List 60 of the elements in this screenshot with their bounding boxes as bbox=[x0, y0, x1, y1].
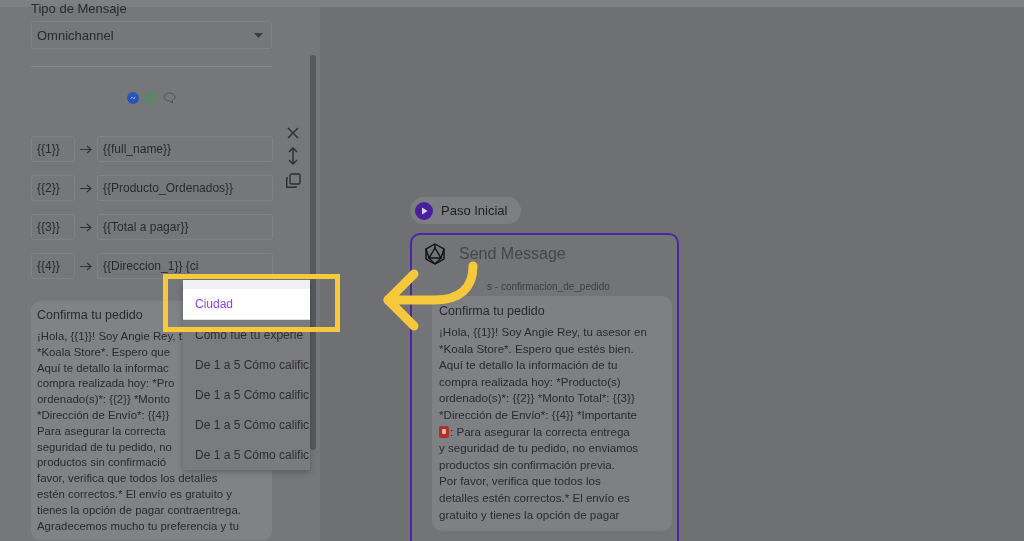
message-node[interactable] bbox=[410, 233, 679, 541]
play-icon bbox=[415, 201, 433, 220]
preview-title: Confirma tu pedido bbox=[439, 304, 545, 318]
field-label: Tipo de Mensaje bbox=[31, 0, 128, 18]
preview-text-line: compra realizada hoy: *Pro bbox=[37, 376, 175, 392]
preview-text-line: : Para asegurar la correcta entrega bbox=[450, 423, 630, 440]
variable-key-field[interactable]: {{2}} bbox=[31, 175, 75, 201]
chat-bubble-icon bbox=[163, 92, 176, 104]
copy-icon[interactable] bbox=[285, 173, 301, 189]
polyhedron-icon bbox=[424, 243, 446, 265]
preview-text-line: *Dirección de Envío*: {{4}} bbox=[37, 408, 170, 423]
variable-value-field[interactable]: {{full_name}} bbox=[97, 136, 273, 162]
dropdown-item[interactable]: De 1 a 5 Cómo calific bbox=[183, 410, 310, 440]
message-type-select[interactable]: Omnichannel bbox=[31, 21, 272, 49]
preview-text-line: *Koala Store*. Espero que estés bien. bbox=[439, 340, 634, 357]
preview-text-line: productos sin confirmació bbox=[37, 455, 167, 471]
variable-value-field[interactable]: {{Producto_Ordenados}} bbox=[97, 175, 273, 201]
preview-text-line: detalles estén correctos.* El envío es bbox=[439, 489, 630, 506]
dropdown-item[interactable]: De 1 a 5 Cómo calific bbox=[183, 440, 310, 470]
close-icon[interactable] bbox=[287, 127, 299, 139]
variable-value-field[interactable]: {{Total a pagar}} bbox=[97, 214, 273, 240]
siren-icon bbox=[439, 425, 449, 438]
preview-text-line: favor, verifica que todos los detalles bbox=[37, 471, 218, 487]
preview-text-line: productos sin confirmación previa. bbox=[439, 456, 615, 473]
preview-text-line: estén correctos.* El envío es gratuito y bbox=[37, 486, 232, 502]
preview-text-line: *Dirección de Envío*: {{4}} *Importante bbox=[439, 406, 637, 423]
variable-key-field[interactable]: {{3}} bbox=[31, 214, 75, 240]
variable-key-field[interactable]: {{1}} bbox=[31, 136, 75, 162]
preview-text-line: ¡Hola, {{1}}! Soy Angie Rey, tu asesor en bbox=[439, 324, 647, 340]
variable-value-field[interactable]: {{Direccion_1}} {ci bbox=[97, 253, 273, 279]
right-arrow-icon bbox=[80, 222, 92, 232]
whatsapp-icon bbox=[145, 92, 157, 104]
preview-text-line: Por favor, verifica que todos los bbox=[439, 473, 601, 490]
preview-text-line: ¡Hola, {{1}}! Soy Angie Rey, t bbox=[37, 329, 182, 344]
preview-text-line: Aquí te detallo la información de tu bbox=[439, 357, 618, 374]
preview-text-line: *Koala Store*. Espero que bbox=[37, 344, 170, 360]
dropdown-item[interactable]: De 1 a 5 Cómo calific bbox=[183, 350, 310, 380]
preview-text-line: compra realizada hoy: *Producto(s) bbox=[439, 373, 621, 390]
messenger-icon bbox=[127, 92, 139, 104]
dropdown-item[interactable]: Ciudad bbox=[183, 289, 310, 320]
preview-title: Confirma tu pedido bbox=[37, 308, 143, 322]
preview-text-line: Agradecemos mucho tu preferencia y tu bbox=[37, 518, 239, 534]
preview-text-line: y seguridad de tu pedido, no enviamos bbox=[439, 440, 639, 457]
right-arrow-icon bbox=[80, 144, 92, 154]
preview-text-line: gratuito y tienes la opción de pagar bbox=[439, 506, 620, 523]
preview-text-line: ordenado(s)*: {{2}} *Monto Total*: {{3}} bbox=[439, 390, 635, 407]
dropdown-item[interactable]: De 1 a 5 Cómo calific bbox=[183, 380, 310, 410]
preview-text-line: tienes la opción de pagar contraentrega. bbox=[37, 502, 241, 518]
preview-text-line: seguridad de tu pedido, no bbox=[37, 439, 172, 455]
right-arrow-icon bbox=[80, 183, 92, 193]
right-arrow-icon bbox=[80, 261, 92, 271]
preview-text-line: Para asegurar la correcta bbox=[37, 423, 166, 439]
start-node-label: Paso Inicial bbox=[441, 203, 508, 218]
resize-vertical-icon[interactable] bbox=[288, 147, 298, 165]
start-node[interactable]: Paso Inicial bbox=[410, 197, 522, 224]
scrollbar[interactable] bbox=[310, 55, 316, 450]
caret-icon bbox=[254, 32, 263, 38]
preview-text-line: ordenado(s)*: {{2}} *Monto bbox=[37, 392, 170, 408]
preview-text-line: Aquí te detallo la informac bbox=[37, 360, 169, 376]
variable-key-field[interactable]: {{4}} bbox=[31, 253, 75, 279]
